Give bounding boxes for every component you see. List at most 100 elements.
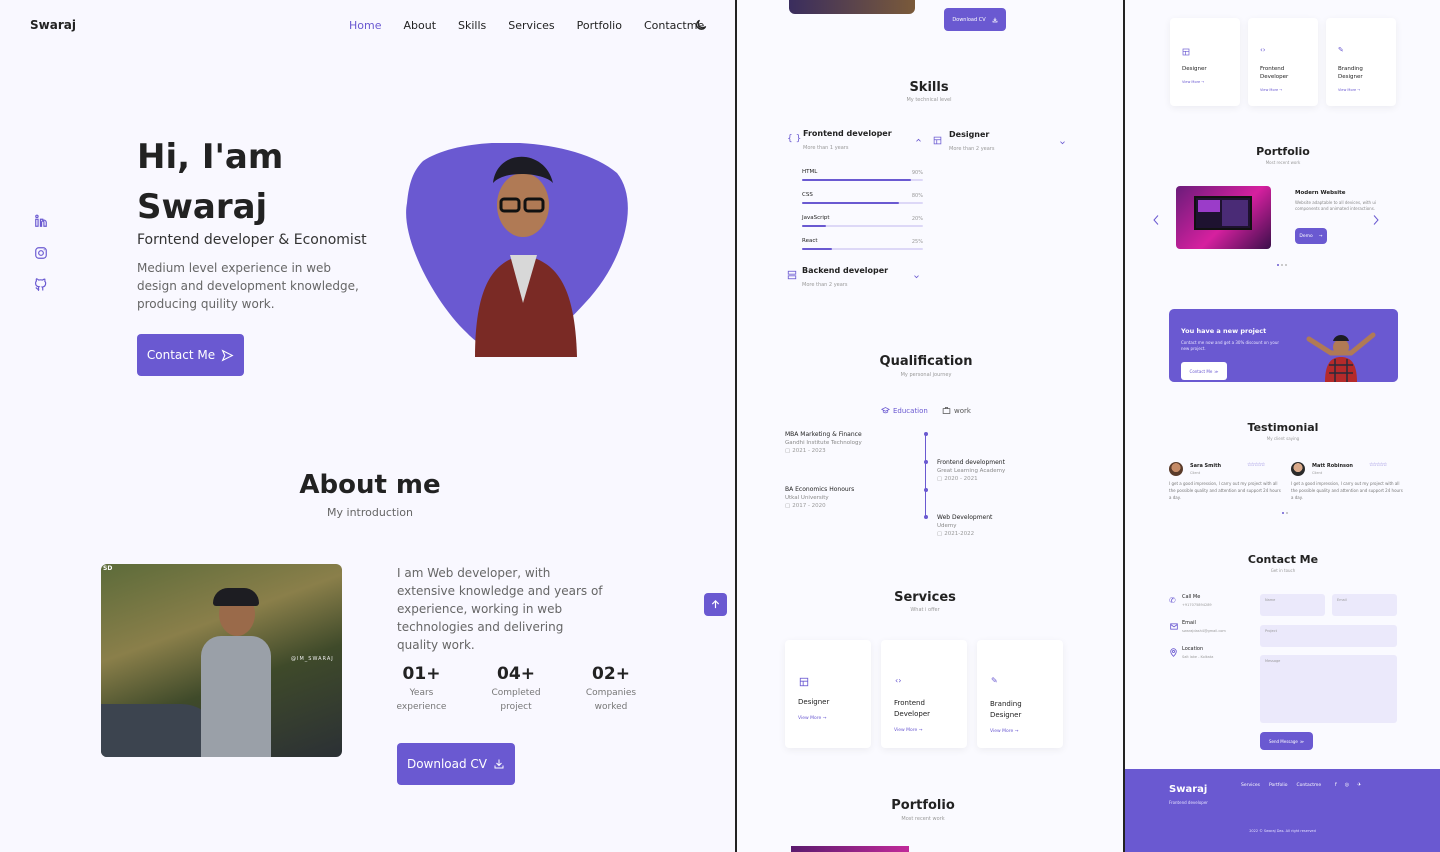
nav-about[interactable]: About (403, 19, 436, 32)
stat-years: 01+ Years experience (390, 664, 453, 714)
skills-title: Skills (909, 80, 949, 95)
instagram-icon[interactable]: ◎ (1345, 782, 1349, 788)
download-cv-label: Download CV (952, 16, 986, 23)
portfolio-title: Portfolio (1256, 145, 1310, 158)
testimonial-name: Sara Smith (1190, 463, 1222, 469)
scroll-up-button[interactable] (704, 593, 727, 616)
designer-skill-title[interactable]: Designer (949, 130, 989, 139)
carousel-dot[interactable] (1281, 264, 1283, 266)
backend-skill-title[interactable]: Backend developer (802, 266, 888, 275)
logo[interactable]: Swaraj (30, 18, 76, 32)
service-card-frontend[interactable]: ‹› Frontend Developer View More → (881, 640, 967, 748)
twitter-icon[interactable]: ✈ (1357, 782, 1361, 788)
chevron-up-icon[interactable] (915, 137, 922, 144)
briefcase-icon (942, 407, 951, 414)
layout-icon (1182, 48, 1190, 56)
contact-info-value: swarajdash4@gmail.com (1182, 629, 1226, 633)
testimonial-role: Client (1190, 471, 1201, 475)
email-field-label: Email (1337, 598, 1347, 602)
carousel-dots (1277, 264, 1287, 266)
designer-skill-sub: More than 2 years (949, 146, 995, 152)
skill-name: JavaScript (802, 215, 830, 221)
project-title: Modern Website (1295, 190, 1346, 196)
testimonial-role: Client (1312, 471, 1323, 475)
contact-info-label: Email (1182, 620, 1196, 626)
chevron-down-icon[interactable] (913, 273, 920, 280)
backend-skill-sub: More than 2 years (802, 282, 848, 288)
tab-education[interactable]: Education (881, 406, 928, 415)
qualification-item-right: Frontend development Great Learning Acad… (937, 459, 1005, 482)
timeline-dot (923, 515, 928, 519)
view-more-link[interactable]: View More → (1260, 88, 1282, 92)
github-icon[interactable] (34, 278, 48, 292)
skill-bar-fill (802, 248, 833, 250)
project-field[interactable]: Project (1260, 625, 1397, 647)
skill-percent: 25% (911, 239, 923, 245)
portfolio-image-top (791, 846, 909, 852)
hero-subtitle: Forntend developer & Economist (137, 232, 367, 248)
email-field[interactable]: Email (1332, 594, 1397, 616)
qualification-item-place: Udemy (937, 523, 957, 529)
view-more-link[interactable]: View More → (894, 728, 922, 733)
service-card-designer[interactable]: Designer View More → (1170, 18, 1240, 106)
stat-label-1: Years (409, 688, 434, 698)
service-card-designer[interactable]: Designer View More → (785, 640, 871, 748)
carousel-dot[interactable] (1277, 264, 1279, 266)
nav-menu: Home About Skills Services Portfolio Con… (349, 19, 704, 32)
view-more-link[interactable]: View More → (1182, 80, 1204, 84)
banner-contact-button[interactable]: Contact Me ≫ (1181, 362, 1227, 380)
moon-icon[interactable] (694, 18, 708, 32)
facebook-icon[interactable]: f (1335, 782, 1337, 788)
instagram-icon[interactable] (34, 246, 48, 260)
chevron-down-icon[interactable] (1059, 139, 1066, 146)
footer-link-services[interactable]: Services (1241, 783, 1260, 788)
demo-button[interactable]: Demo → (1295, 228, 1327, 244)
portfolio-subtitle: Most recent work (901, 816, 945, 822)
download-cv-button-small[interactable]: Download CV (944, 8, 1006, 31)
skill-name: HTML (802, 169, 818, 175)
message-field[interactable]: Message (1260, 655, 1397, 723)
service-card-branding[interactable]: ✎ Branding Designer View More → (1326, 18, 1396, 106)
linkedin-icon[interactable] (34, 214, 48, 228)
service-card-frontend[interactable]: ‹› Frontend Developer View More → (1248, 18, 1318, 106)
nav-services[interactable]: Services (508, 19, 554, 32)
contact-me-button[interactable]: Contact Me (137, 334, 244, 376)
view-more-link[interactable]: View More → (1338, 88, 1360, 92)
qualification-item-title: Web Development (937, 514, 993, 521)
send-message-label: Send Message (1268, 738, 1298, 744)
photo-watermark: @IM_SWARAJ (291, 656, 334, 662)
skill-bar-track (802, 179, 923, 181)
contact-info-label: Location (1182, 646, 1204, 652)
carousel-dot[interactable] (1282, 512, 1284, 514)
view-more-link[interactable]: View More → (798, 716, 826, 721)
hero-greet-line1: Hi, I'am (137, 137, 284, 177)
footer-link-contactme[interactable]: Contactme (1297, 783, 1322, 788)
nav-portfolio[interactable]: Portfolio (577, 19, 622, 32)
chevron-left-icon[interactable] (1152, 214, 1160, 226)
nav-home[interactable]: Home (349, 19, 381, 32)
design-icon (933, 136, 942, 145)
chevron-right-icon[interactable] (1372, 214, 1380, 226)
skill-name: CSS (802, 192, 813, 198)
download-cv-button[interactable]: Download CV (397, 743, 515, 785)
banner-description: Contact me now and get a 30% discount on… (1181, 340, 1280, 351)
phone-icon: ✆ (1169, 596, 1176, 605)
map-pin-icon (1170, 648, 1177, 657)
nav-skills[interactable]: Skills (458, 19, 486, 32)
send-message-button[interactable]: Send Message ≫ (1260, 732, 1313, 750)
project-field-label: Project (1265, 629, 1277, 633)
skill-bar-fill (802, 202, 899, 204)
footer-link-portfolio[interactable]: Portfolio (1269, 783, 1288, 788)
carousel-dot[interactable] (1285, 264, 1287, 266)
service-card-branding[interactable]: ✎ Branding Designer View More → (977, 640, 1063, 748)
frontend-skill-title[interactable]: Frontend developer (803, 129, 892, 138)
view-more-link[interactable]: View More → (990, 729, 1018, 734)
download-cv-label: Download CV (406, 757, 488, 771)
view-more-label: View More (1182, 80, 1201, 84)
about-title: About me (299, 470, 441, 500)
stat-label-1: Companies (585, 688, 637, 698)
carousel-dot[interactable] (1286, 512, 1288, 514)
name-field[interactable]: Name (1260, 594, 1325, 616)
footer-name: Swaraj (1169, 784, 1208, 795)
tab-work[interactable]: work (942, 406, 971, 415)
